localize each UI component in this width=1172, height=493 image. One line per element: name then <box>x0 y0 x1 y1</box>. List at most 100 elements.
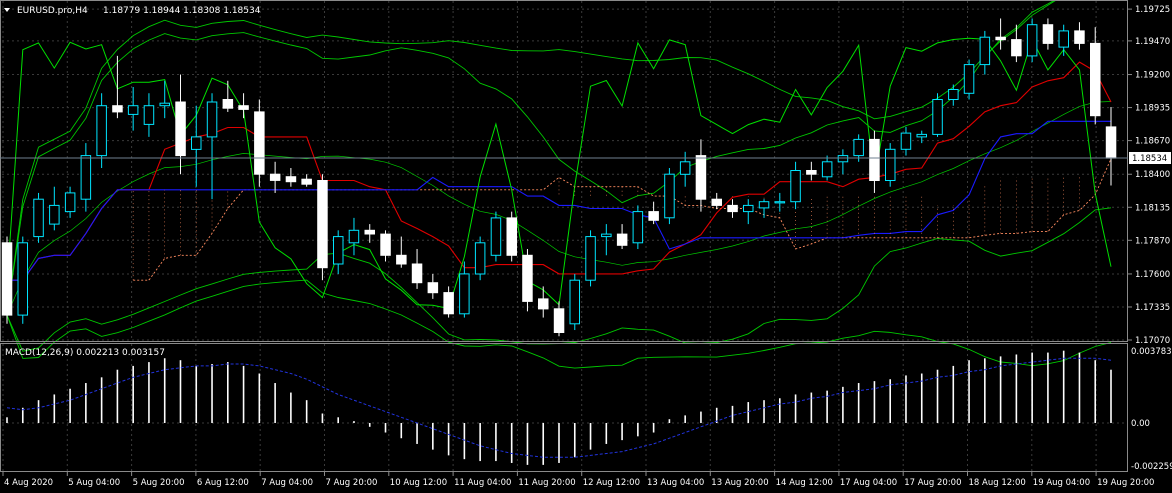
candle-body <box>853 138 864 157</box>
time-axis-label: 19 Aug 04:00 <box>1033 478 1090 488</box>
candle-body <box>1042 24 1054 44</box>
candle-body <box>49 204 60 225</box>
candle-body <box>664 173 675 219</box>
candle-body <box>538 298 549 310</box>
candle-body <box>191 136 202 150</box>
candle-body <box>206 101 218 138</box>
candle-body <box>648 211 659 221</box>
time-axis-label: 5 Aug 20:00 <box>133 478 185 488</box>
candle-body <box>948 89 959 100</box>
candle-body <box>269 173 281 181</box>
candle-body <box>175 101 186 157</box>
price-axis-label: 1.18935 <box>1135 104 1170 114</box>
candle-body <box>112 105 123 113</box>
candle-body <box>522 254 533 302</box>
candle-body <box>569 279 580 325</box>
candle-body <box>727 204 738 213</box>
candle-body <box>1026 24 1038 57</box>
candle-body <box>443 292 454 315</box>
candle-body <box>963 64 975 94</box>
time-axis-label: 13 Aug 04:00 <box>647 478 704 488</box>
time-axis-label: 7 Aug 04:00 <box>261 478 313 488</box>
candle-body <box>695 155 707 200</box>
candle-body <box>885 148 896 182</box>
time-axis-label: 17 Aug 04:00 <box>840 478 897 488</box>
time-axis-label: 17 Aug 20:00 <box>904 478 961 488</box>
price-axis-label: 1.19725 <box>1135 5 1170 15</box>
candle-body <box>916 133 927 138</box>
candle-body <box>1074 30 1085 44</box>
candle-body <box>348 229 360 244</box>
candle-body <box>96 105 107 157</box>
price-axis-label: 1.18670 <box>1135 137 1170 147</box>
price-axis-label: 1.18135 <box>1135 203 1170 213</box>
candle-body <box>474 242 486 275</box>
candle-body <box>995 36 1006 41</box>
candle-body <box>1105 126 1117 159</box>
candle-body <box>17 242 28 316</box>
price-axis-label: 1.18400 <box>1135 170 1170 180</box>
candle-body <box>711 198 722 206</box>
macd-axis-label: -0.002259 <box>1131 462 1172 472</box>
candle-body <box>254 111 265 175</box>
candle-body <box>1058 30 1069 48</box>
ohlc-values: 1.18779 1.18944 1.18308 1.18534 <box>103 6 261 16</box>
price-chart[interactable]: EURUSD.pro,H4 1.18779 1.18944 1.18308 1.… <box>0 0 1172 493</box>
time-axis-label: 19 Aug 20:00 <box>1097 478 1154 488</box>
macd-axis-label: 0.00 <box>1131 419 1150 429</box>
candle-body <box>758 201 770 209</box>
candle-body <box>301 178 312 185</box>
candle-body <box>821 161 833 178</box>
candle-body <box>616 233 628 246</box>
time-axis-label: 13 Aug 20:00 <box>711 478 768 488</box>
time-axis-label: 10 Aug 12:00 <box>390 478 447 488</box>
candle-body <box>222 99 234 109</box>
time-axis-label: 14 Aug 12:00 <box>776 478 833 488</box>
time-axis-label: 5 Aug 04:00 <box>68 478 120 488</box>
candle-body <box>506 217 517 256</box>
candle-body <box>553 308 565 333</box>
candle-body <box>159 102 170 107</box>
time-axis-label: 6 Aug 12:00 <box>197 478 249 488</box>
price-axis-label: 1.17870 <box>1135 236 1170 246</box>
candle-body <box>396 254 407 265</box>
symbol-timeframe: EURUSD.pro,H4 <box>17 6 88 16</box>
price-axis-label: 1.19470 <box>1135 37 1170 47</box>
macd-header: MACD(12,26,9) 0.002213 0.003157 <box>5 348 165 358</box>
time-axis-label: 18 Aug 12:00 <box>969 478 1026 488</box>
candle-body <box>900 132 912 150</box>
candle-body <box>774 201 786 204</box>
time-axis-label: 12 Aug 12:00 <box>583 478 640 488</box>
price-axis-label: 1.17070 <box>1135 336 1170 346</box>
time-axis-label: 11 Aug 04:00 <box>454 478 511 488</box>
candle-body <box>490 217 502 256</box>
time-axis-label: 4 Aug 2020 <box>4 478 53 488</box>
candle-body <box>333 236 344 265</box>
candle-body <box>585 236 596 281</box>
candle-body <box>143 105 155 125</box>
candle-body <box>364 229 375 235</box>
price-axis-label: 1.19200 <box>1135 71 1170 81</box>
candle-body <box>743 204 754 213</box>
candle-body <box>33 198 44 238</box>
candle-body <box>1011 39 1022 57</box>
candle-body <box>64 192 76 213</box>
candle-body <box>679 161 691 175</box>
candle-body <box>1 242 13 316</box>
candle-body <box>80 155 92 200</box>
candle-body <box>837 155 849 163</box>
current-price-label: 1.18534 <box>1132 154 1167 164</box>
candle-body <box>1090 42 1101 117</box>
candle-body <box>632 211 644 244</box>
candle-body <box>806 170 817 175</box>
candle-body <box>932 99 943 135</box>
candle-body <box>380 233 391 256</box>
candle-body <box>790 170 801 203</box>
candle-body <box>459 273 470 315</box>
candle-body <box>601 233 612 238</box>
candle-body <box>411 263 423 284</box>
price-axis-label: 1.17600 <box>1135 270 1170 280</box>
candle-body <box>285 176 297 183</box>
candle-body <box>317 180 328 269</box>
candle-body <box>238 105 249 110</box>
